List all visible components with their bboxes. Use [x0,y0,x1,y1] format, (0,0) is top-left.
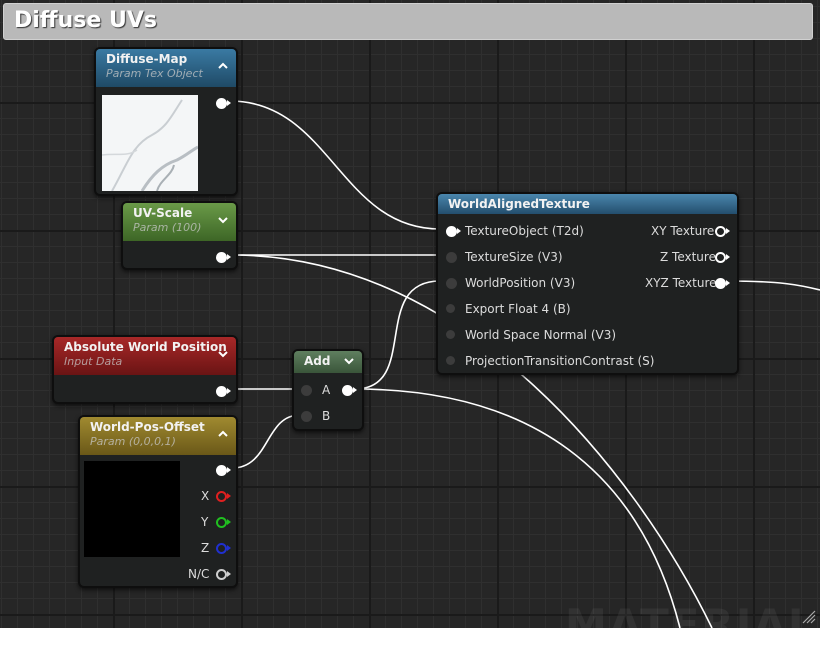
input-pin-worldposition[interactable] [446,278,457,289]
pin-arrow-icon [353,387,357,393]
pin-label-b: B [322,409,331,423]
input-pin-projectioncontrast[interactable] [446,356,455,365]
node-add[interactable]: Add A B [292,349,364,431]
output-pin-rgba[interactable] [216,465,227,476]
pin-arrow-icon [227,100,231,106]
chevron-down-icon[interactable] [216,347,230,361]
material-watermark: MATERIAL [565,600,817,649]
resize-grip-icon[interactable] [802,610,816,624]
input-pin-exportfloat4[interactable] [446,304,455,313]
pin-arrow-icon [227,254,231,260]
pin-label-nc: N/C [188,567,210,581]
output-pin-z[interactable] [216,543,227,554]
pin-label: Export Float 4 (B) [465,302,571,316]
pin-label: TextureObject (T2d) [465,224,584,238]
chevron-down-icon[interactable] [216,213,230,227]
input-pin-worldspacenormal[interactable] [446,330,455,339]
pin-arrow-icon [227,493,231,499]
node-subtitle: Input Data [64,355,123,368]
pin-arrow-icon [457,228,461,234]
pin-label: TextureSize (V3) [465,250,563,264]
output-pin[interactable] [216,386,227,397]
output-pin[interactable] [342,385,353,396]
pin-label-z: Z [201,541,210,555]
output-pin[interactable] [216,98,227,109]
input-pin-b[interactable] [301,411,312,422]
pin-label: World Space Normal (V3) [465,328,617,342]
pin-label-a: A [322,383,331,397]
node-title: Absolute World Position [64,340,227,354]
node-absolute-world-position[interactable]: Absolute World Position Input Data [52,335,238,404]
node-subtitle: Param (100) [133,221,202,234]
input-pin-texturesize[interactable] [446,252,457,263]
input-pin-textureobject[interactable] [446,226,457,237]
node-header: World-Pos-Offset Param (0,0,0,1) [80,417,236,455]
node-title: WorldAlignedTexture [448,197,590,211]
node-subtitle: Param Tex Object [106,67,203,80]
pin-label-x: X [201,489,210,503]
node-subtitle: Param (0,0,0,1) [90,435,176,448]
input-pin-a[interactable] [301,385,312,396]
node-uv-scale[interactable]: UV-Scale Param (100) [121,201,238,270]
chevron-up-icon[interactable] [216,427,230,441]
pin-arrow-icon [726,280,730,286]
comment-box-header[interactable]: Diffuse UVs [3,3,813,40]
pin-arrow-icon [726,254,730,260]
node-title: Diffuse-Map [106,52,188,66]
texture-preview-thumbnail [102,95,198,191]
output-pin-z-texture[interactable] [715,252,726,263]
node-header: UV-Scale Param (100) [123,203,236,241]
pin-label-z-texture: Z Texture [660,250,716,264]
comment-title: Diffuse UVs [14,8,157,33]
output-pin-nc[interactable] [216,569,227,580]
pin-arrow-icon [227,388,231,394]
node-header: Diffuse-Map Param Tex Object [96,49,236,87]
color-preview-swatch [84,461,180,557]
output-pin-y[interactable] [216,517,227,528]
pin-label-xy-texture: XY Texture [651,224,715,238]
output-pin-x[interactable] [216,491,227,502]
node-diffuse-map[interactable]: Diffuse-Map Param Tex Object [94,47,238,196]
pin-label-y: Y [201,515,209,529]
output-pin-xyz-texture[interactable] [715,278,726,289]
pin-arrow-icon [227,519,231,525]
node-world-pos-offset[interactable]: World-Pos-Offset Param (0,0,0,1) X Y Z N… [78,415,238,588]
output-pin[interactable] [216,252,227,263]
pin-arrow-icon [227,545,231,551]
pin-label: ProjectionTransitionContrast (S) [465,354,655,368]
node-header: WorldAlignedTexture [438,194,737,214]
pin-arrow-icon [726,228,730,234]
pin-label: WorldPosition (V3) [465,276,576,290]
node-header: Absolute World Position Input Data [54,337,236,375]
node-title: UV-Scale [133,206,193,220]
pin-arrow-icon [227,571,231,577]
chevron-down-icon[interactable] [342,354,356,368]
node-title: World-Pos-Offset [90,420,205,434]
node-header: Add [294,351,362,373]
output-pin-xy-texture[interactable] [715,226,726,237]
chevron-up-icon[interactable] [216,59,230,73]
node-world-aligned-texture[interactable]: WorldAlignedTexture TextureObject (T2d) … [436,192,739,375]
pin-label-xyz-texture: XYZ Texture [645,276,717,290]
pin-arrow-icon [227,467,231,473]
